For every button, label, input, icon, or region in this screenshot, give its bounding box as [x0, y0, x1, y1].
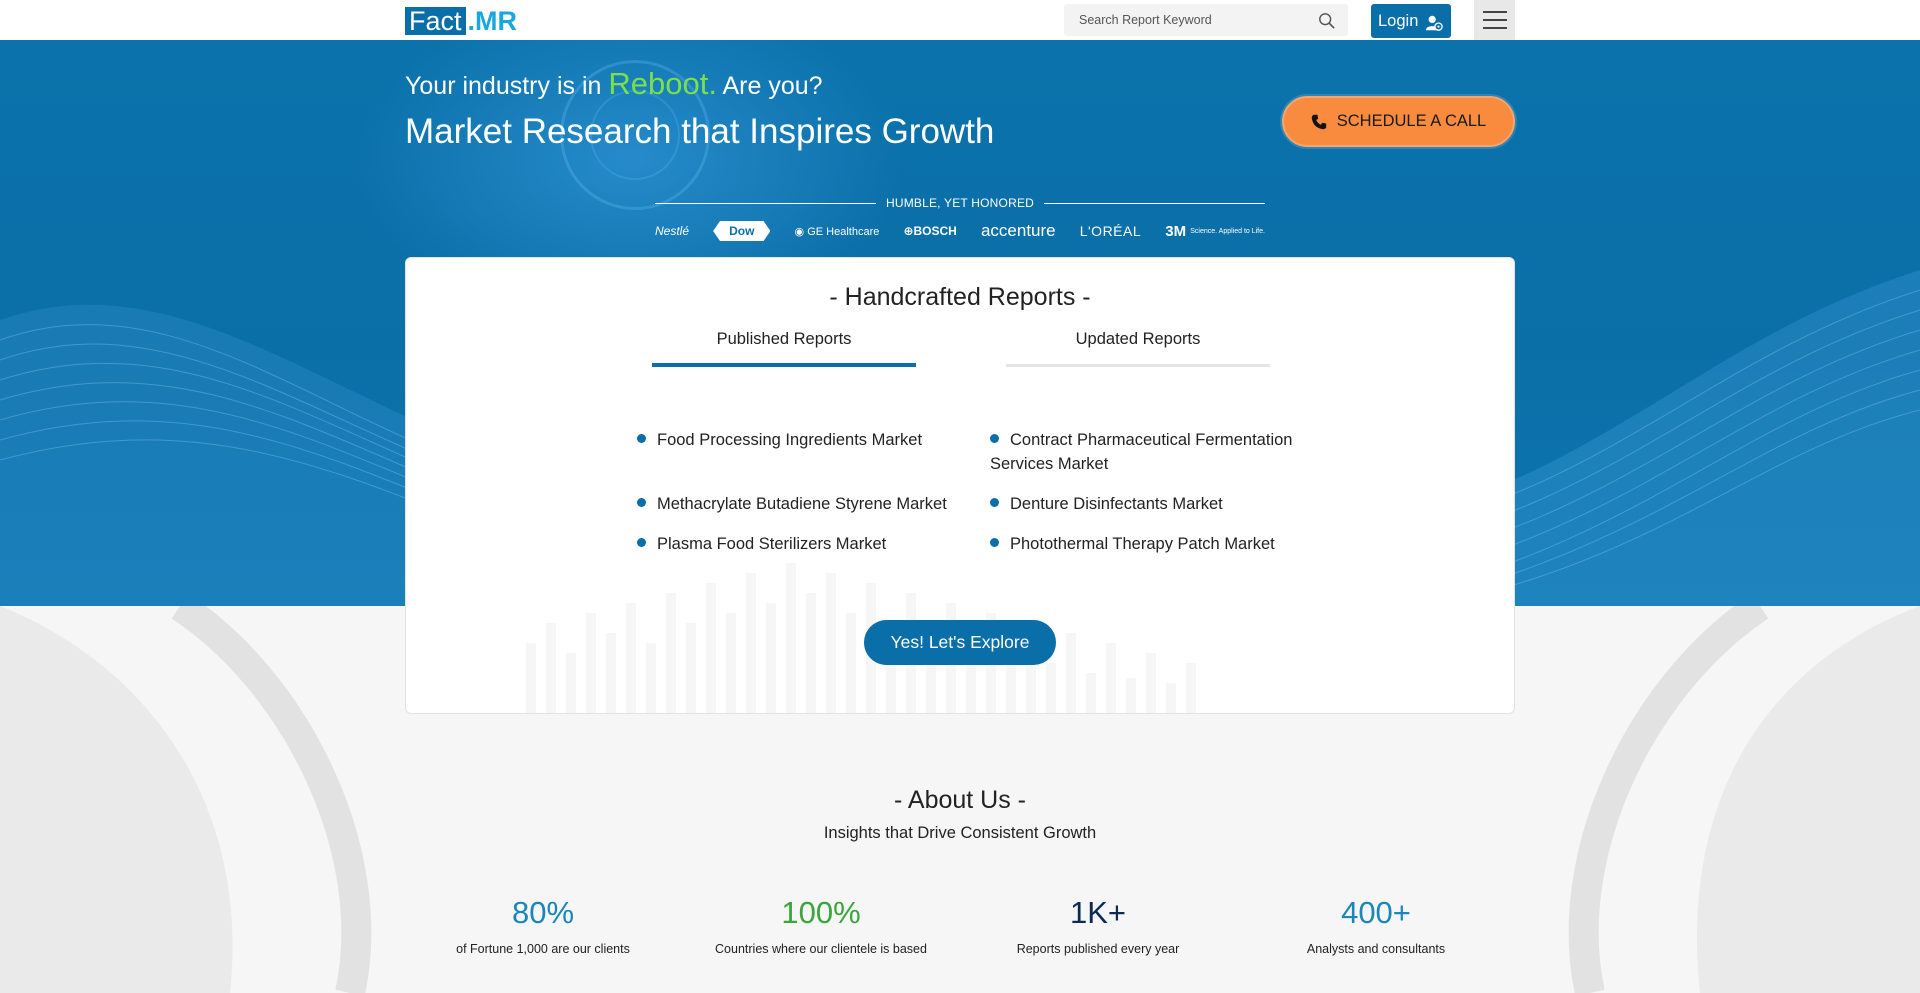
honored-divider: HUMBLE, YET HONORED — [655, 195, 1265, 211]
about-section-title: - About Us - — [894, 786, 1026, 814]
bullet-icon — [990, 434, 999, 443]
report-link-text: Food Processing Ingredients Market — [657, 431, 923, 449]
bullet-icon — [637, 434, 646, 443]
hero-headline: Market Research that Inspires Growth — [405, 112, 995, 151]
3m-tagline: Science. Applied to Life. — [1190, 227, 1265, 235]
report-link[interactable]: Contract Pharmaceutical Fermentation Ser… — [990, 428, 1310, 476]
search-input[interactable] — [1064, 4, 1304, 36]
schedule-call-label: SCHEDULE A CALL — [1336, 112, 1487, 130]
client-logo-nestle: Nestlé — [655, 224, 690, 238]
logo-fact: Fact — [405, 7, 466, 35]
bullet-icon — [990, 538, 999, 547]
client-logo-dow: Dow — [713, 221, 771, 241]
login-button[interactable]: Login — [1371, 4, 1451, 38]
tab-updated-reports[interactable]: Updated Reports — [1006, 330, 1270, 367]
report-link-text: Photothermal Therapy Patch Market — [1010, 535, 1275, 553]
stat-fortune-clients: 80% of Fortune 1,000 are our clients — [403, 895, 683, 956]
report-link[interactable]: Denture Disinfectants Market — [990, 492, 1310, 516]
3m-text: 3M — [1165, 222, 1187, 240]
tagline-prefix: Your industry is in — [405, 72, 609, 100]
stat-label: Reports published every year — [1016, 942, 1180, 956]
report-link[interactable]: Plasma Food Sterilizers Market — [637, 532, 967, 556]
tagline-reboot: Reboot. — [608, 66, 717, 101]
search-icon[interactable] — [1318, 12, 1336, 30]
client-logo-accenture: accenture — [980, 221, 1056, 240]
stat-countries: 100% Countries where our clientele is ba… — [681, 895, 961, 956]
report-link-text: Methacrylate Butadiene Styrene Market — [657, 495, 947, 513]
report-link[interactable]: Food Processing Ingredients Market — [637, 428, 967, 452]
client-logo-ge-healthcare: ◉ GE Healthcare — [794, 225, 880, 238]
bullet-icon — [990, 498, 999, 507]
about-section-subtitle: Insights that Drive Consistent Growth — [823, 824, 1097, 842]
ge-healthcare-text: GE Healthcare — [807, 225, 880, 238]
stat-analysts: 400+ Analysts and consultants — [1236, 895, 1516, 956]
client-logo-3m: 3M Science. Applied to Life. — [1165, 223, 1265, 240]
report-link-text: Plasma Food Sterilizers Market — [657, 535, 887, 553]
stat-label: of Fortune 1,000 are our clients — [456, 942, 630, 956]
top-navigation-bar: Fact .MR Login — [0, 0, 1920, 40]
report-link-text: Contract Pharmaceutical Fermentation Ser… — [990, 431, 1293, 473]
schedule-call-button[interactable]: SCHEDULE A CALL — [1282, 96, 1515, 147]
handcrafted-reports-card: - Handcrafted Reports - Published Report… — [405, 257, 1515, 714]
report-link-text: Denture Disinfectants Market — [1010, 495, 1223, 513]
report-link[interactable]: Photothermal Therapy Patch Market — [990, 532, 1310, 556]
phone-icon — [1311, 114, 1326, 129]
hero-tagline: Your industry is in Reboot. Are you? — [405, 66, 823, 102]
stat-label: Analysts and consultants — [1306, 942, 1446, 956]
logo-mr: .MR — [467, 5, 518, 36]
tagline-suffix: Are you? — [716, 72, 823, 100]
client-logos: Nestlé Dow ◉ GE Healthcare ⊕BOSCH accent… — [655, 218, 1265, 244]
bullet-icon — [637, 538, 646, 547]
factmr-logo[interactable]: Fact .MR — [405, 5, 518, 36]
search-box — [1064, 4, 1348, 36]
bullet-icon — [637, 498, 646, 507]
stat-value: 100% — [781, 895, 861, 930]
client-logo-loreal: L'ORÉAL — [1079, 223, 1142, 239]
stat-label: Countries where our clientele is based — [715, 942, 927, 956]
reports-section-title: - Handcrafted Reports - — [829, 283, 1091, 311]
bosch-text: BOSCH — [913, 224, 957, 238]
user-icon — [1425, 15, 1443, 31]
hamburger-menu-icon[interactable] — [1474, 0, 1515, 40]
honored-label: HUMBLE, YET HONORED — [885, 196, 1035, 210]
login-label: Login — [1378, 11, 1419, 30]
report-link[interactable]: Methacrylate Butadiene Styrene Market — [637, 492, 967, 516]
client-logo-bosch: ⊕BOSCH — [903, 224, 957, 238]
stat-value: 400+ — [1341, 895, 1411, 930]
stat-value: 80% — [511, 895, 575, 930]
stat-reports-published: 1K+ Reports published every year — [958, 895, 1238, 956]
explore-button[interactable]: Yes! Let's Explore — [864, 620, 1056, 665]
tab-published-reports[interactable]: Published Reports — [652, 330, 916, 367]
stat-value: 1K+ — [1069, 895, 1127, 930]
